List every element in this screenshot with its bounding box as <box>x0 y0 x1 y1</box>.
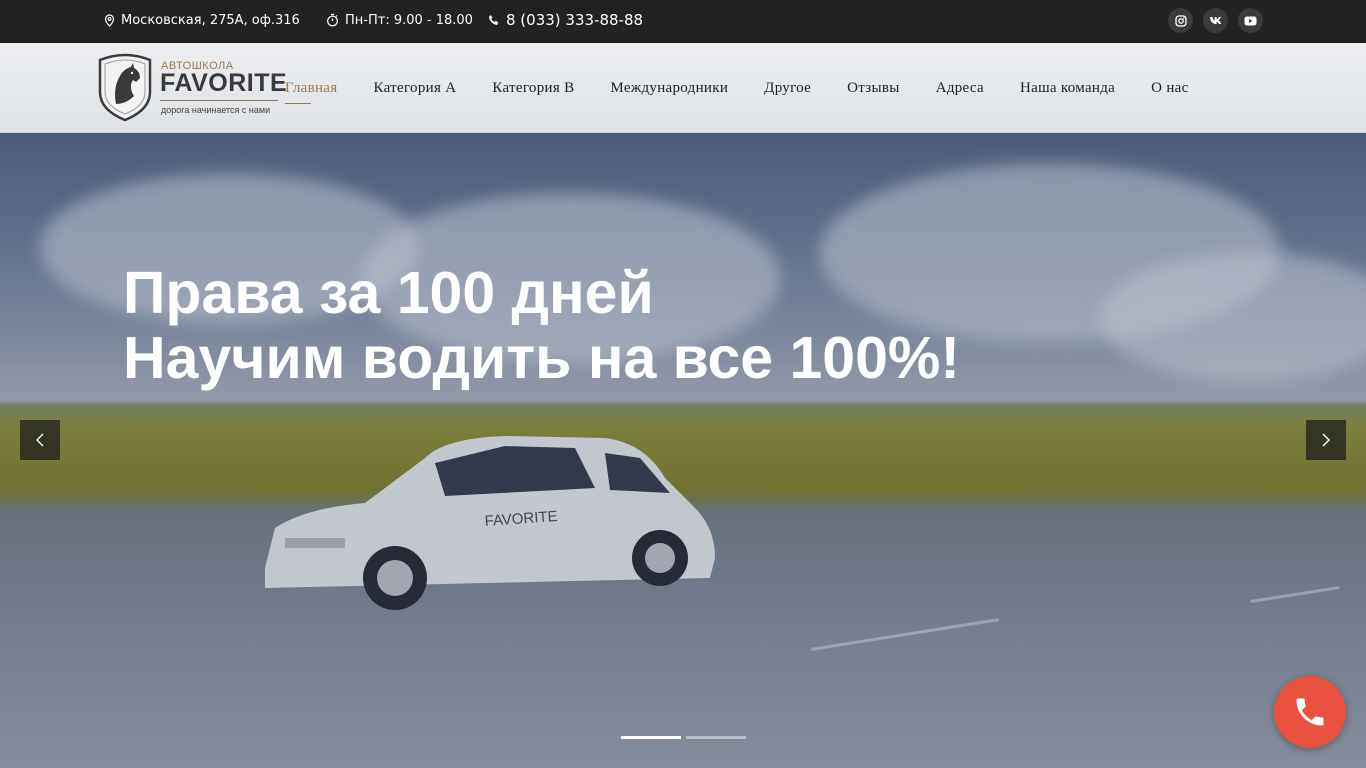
slider-pagination <box>621 736 746 739</box>
main-nav: Главная Категория А Категория В Междунар… <box>285 43 1189 133</box>
address-text: Московская, 275А, оф.316 <box>121 12 300 28</box>
top-bar: Московская, 275А, оф.316 Пн-Пт: 9.00 - 1… <box>0 0 1366 43</box>
hero-overlay <box>0 133 1366 768</box>
phone[interactable]: 8 (033) 333-88-88 <box>488 0 643 40</box>
slider-prev-button[interactable] <box>20 420 60 460</box>
horse-shield-logo-icon <box>98 53 152 122</box>
slider-dot-1[interactable] <box>621 736 681 739</box>
instagram-icon[interactable] <box>1168 8 1193 33</box>
phone-icon <box>489 15 499 25</box>
logo-divider <box>160 100 278 101</box>
slider-dot-2[interactable] <box>686 736 746 739</box>
callback-button[interactable] <box>1274 676 1346 748</box>
hero-headline: Права за 100 дней Научим водить на все 1… <box>123 261 960 391</box>
vk-icon[interactable] <box>1203 8 1228 33</box>
logo[interactable]: АВТОШКОЛА FAVORITE дорога начинается с н… <box>96 52 288 122</box>
logo-title: FAVORITE <box>160 69 288 97</box>
hero-line-1: Права за 100 дней <box>123 260 654 326</box>
stopwatch-icon <box>327 13 338 27</box>
chevron-left-icon <box>36 433 44 447</box>
nav-item-addresses[interactable]: Адреса <box>936 80 984 97</box>
phone-icon <box>1296 698 1324 726</box>
hero-slider: FAVORITE Права за 100 дней Научим водить… <box>0 133 1366 768</box>
nav-item-other[interactable]: Другое <box>764 80 811 97</box>
nav-item-reviews[interactable]: Отзывы <box>847 80 900 97</box>
youtube-icon[interactable] <box>1238 8 1263 33</box>
social-links <box>1168 8 1263 33</box>
location-pin-icon <box>104 13 115 27</box>
hero-line-2: Научим водить на все 100%! <box>123 325 961 391</box>
address: Московская, 275А, оф.316 <box>104 0 300 40</box>
nav-item-international[interactable]: Международники <box>610 80 728 97</box>
nav-item-home[interactable]: Главная <box>285 80 337 104</box>
nav-item-category-a[interactable]: Категория А <box>373 80 456 97</box>
nav-item-category-b[interactable]: Категория В <box>492 80 574 97</box>
nav-item-team[interactable]: Наша команда <box>1020 80 1115 97</box>
slider-next-button[interactable] <box>1306 420 1346 460</box>
logo-tagline: дорога начинается с нами <box>161 105 271 115</box>
phone-text[interactable]: 8 (033) 333-88-88 <box>506 11 643 29</box>
chevron-right-icon <box>1322 433 1330 447</box>
working-hours: Пн-Пт: 9.00 - 18.00 <box>326 0 473 40</box>
hours-text: Пн-Пт: 9.00 - 18.00 <box>345 12 473 28</box>
nav-item-about[interactable]: О нас <box>1151 80 1188 97</box>
site-header: АВТОШКОЛА FAVORITE дорога начинается с н… <box>0 43 1366 133</box>
